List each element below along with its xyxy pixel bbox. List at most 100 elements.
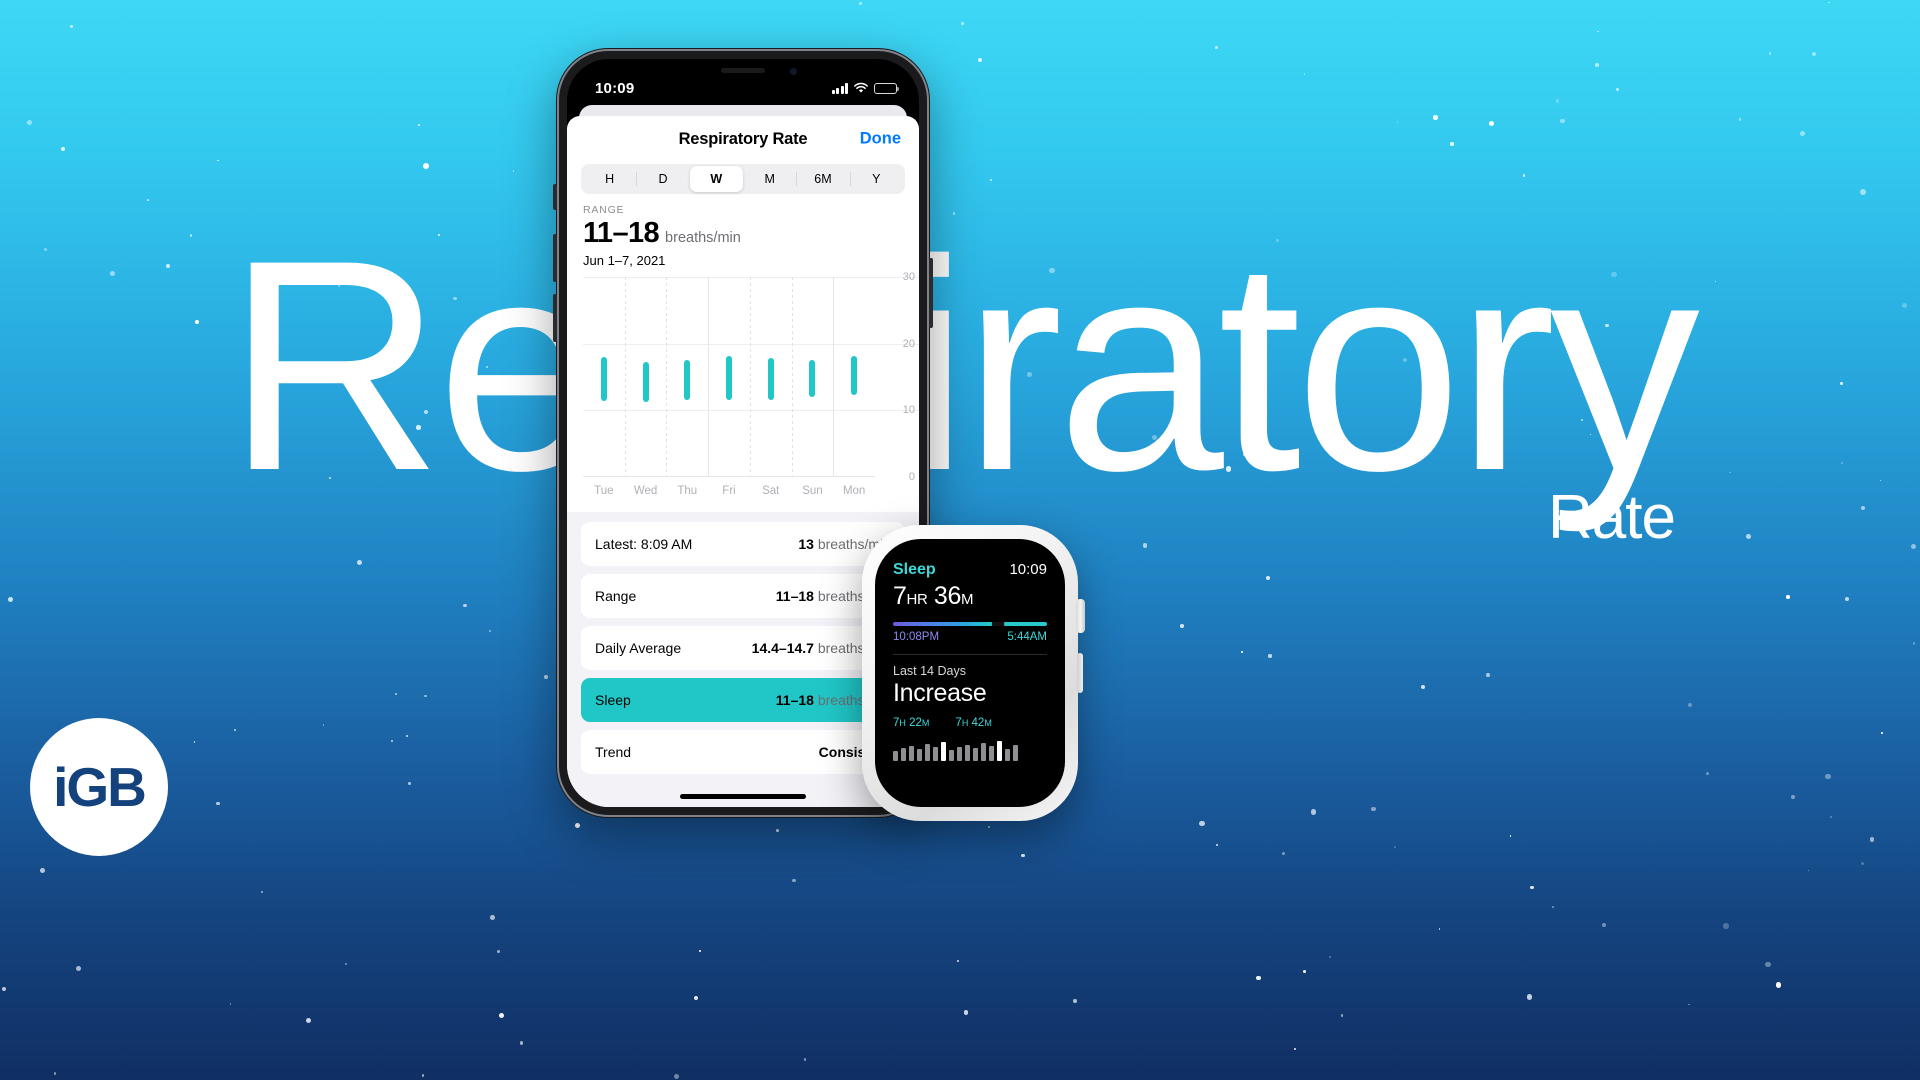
star-dot xyxy=(1180,624,1184,629)
star-dot xyxy=(858,1,862,5)
chart-bar[interactable] xyxy=(600,357,607,401)
mini-bar xyxy=(957,747,962,761)
page-title: Respiratory Rate xyxy=(678,129,808,148)
star-dot xyxy=(1256,976,1261,981)
star-dot xyxy=(1073,998,1077,1003)
chart-bar[interactable] xyxy=(726,356,732,400)
chart-x-axis-labels: Tue Wed Thu Fri Sat Sun Mon xyxy=(583,477,875,511)
watch-averages: 7H 22M 7H 42M xyxy=(893,717,1047,729)
mini-bar xyxy=(1005,749,1010,761)
star-dot xyxy=(345,963,348,966)
star-dot xyxy=(1830,815,1832,818)
star-dot xyxy=(40,868,46,874)
power-button[interactable] xyxy=(929,258,933,328)
respiratory-rate-chart[interactable]: 0 10 20 30 Tue Wed Thu Fri Sat Sun Mon xyxy=(583,271,919,512)
star-dot xyxy=(512,170,515,172)
star-dot xyxy=(1371,806,1377,812)
digital-crown[interactable] xyxy=(1076,599,1085,633)
star-dot xyxy=(1825,773,1831,780)
sleep-start-time: 10:08PM xyxy=(893,631,940,643)
segment-h[interactable]: H xyxy=(583,166,636,192)
table-row[interactable]: Daily Average 14.4–14.7 breaths/min xyxy=(581,626,905,670)
chart-bar[interactable] xyxy=(851,355,858,395)
row-label: Daily Average xyxy=(595,640,682,656)
chart-plot-area: 0 10 20 30 xyxy=(583,271,919,483)
status-bar-time: 10:09 xyxy=(595,79,635,97)
chart-vertical-gridline xyxy=(791,277,793,476)
star-dot xyxy=(463,603,467,608)
star-dot xyxy=(390,740,393,742)
table-row[interactable]: Latest: 8:09 AM 13 breaths/min xyxy=(581,522,905,566)
star-dot xyxy=(963,1010,969,1015)
chart-y-tick: 30 xyxy=(902,271,915,283)
segment-d[interactable]: D xyxy=(636,166,689,192)
star-dot xyxy=(394,692,398,696)
star-dot xyxy=(1688,1003,1690,1006)
chart-bar[interactable] xyxy=(809,360,816,397)
chart-bar[interactable] xyxy=(684,359,691,401)
home-indicator[interactable] xyxy=(680,794,806,799)
chart-gridline xyxy=(583,277,919,278)
star-dot xyxy=(1595,63,1600,68)
star-dot xyxy=(1241,651,1243,653)
logo-text: iGB xyxy=(53,756,147,818)
star-dot xyxy=(1433,115,1438,120)
chart-gridline xyxy=(583,410,919,412)
star-dot xyxy=(1216,843,1219,846)
done-button[interactable]: Done xyxy=(860,130,901,149)
star-dot xyxy=(574,822,580,828)
mini-bar xyxy=(901,748,906,761)
star-dot xyxy=(229,1002,232,1005)
star-dot xyxy=(978,58,983,63)
summary-block: RANGE 11–18 breaths/min Jun 1–7, 2021 xyxy=(567,194,919,268)
watch-side-button[interactable] xyxy=(1077,653,1083,693)
star-dot xyxy=(1489,120,1495,126)
mini-bar xyxy=(973,748,978,761)
star-dot xyxy=(356,559,362,566)
row-label: Latest: 8:09 AM xyxy=(595,536,693,552)
summary-unit: breaths/min xyxy=(665,230,741,246)
volume-up-button[interactable] xyxy=(553,234,557,282)
mini-bar xyxy=(965,745,970,761)
star-dot xyxy=(405,734,409,738)
star-dot xyxy=(215,801,220,806)
chart-bar[interactable] xyxy=(767,357,774,401)
mute-switch[interactable] xyxy=(553,184,557,210)
star-dot xyxy=(989,178,992,181)
mini-bar xyxy=(1013,745,1018,761)
star-dot xyxy=(1800,130,1806,136)
star-dot xyxy=(674,1073,680,1079)
star-dot xyxy=(1394,845,1397,849)
star-dot xyxy=(1282,852,1286,856)
star-dot xyxy=(1551,906,1554,908)
segment-w[interactable]: W xyxy=(689,166,743,192)
time-range-segmented-control[interactable]: H D W M 6M Y xyxy=(581,164,905,194)
star-dot xyxy=(1808,869,1810,872)
star-dot xyxy=(1215,46,1218,49)
star-dot xyxy=(1827,1,1830,4)
table-row[interactable]: Trend Consistent xyxy=(581,730,905,774)
summary-label: RANGE xyxy=(583,204,625,216)
chart-x-tick: Tue xyxy=(594,485,614,497)
star-dot xyxy=(422,163,429,169)
row-label: Sleep xyxy=(595,692,631,708)
mini-bar xyxy=(941,742,946,761)
segment-y[interactable]: Y xyxy=(849,166,903,192)
star-dot xyxy=(1791,794,1795,799)
table-row[interactable]: Range 11–18 breaths/min xyxy=(581,574,905,618)
star-dot xyxy=(1723,923,1729,929)
chart-vertical-gridline xyxy=(708,277,710,476)
table-row[interactable]: Sleep 11–18 breaths/min xyxy=(581,678,905,722)
apple-watch-device: Sleep 10:09 7HR 36M 10:08PM 5:44AM Last … xyxy=(862,525,1085,821)
watch-app-label: Sleep xyxy=(893,561,936,578)
chart-bar[interactable] xyxy=(642,362,649,403)
star-dot xyxy=(261,890,263,893)
segment-6m[interactable]: 6M xyxy=(796,166,849,192)
star-dot xyxy=(26,119,33,126)
star-dot xyxy=(694,996,699,1001)
segment-m[interactable]: M xyxy=(743,166,796,192)
star-dot xyxy=(234,729,237,732)
star-dot xyxy=(1602,923,1607,928)
star-dot xyxy=(53,1071,57,1075)
volume-down-button[interactable] xyxy=(553,294,557,342)
